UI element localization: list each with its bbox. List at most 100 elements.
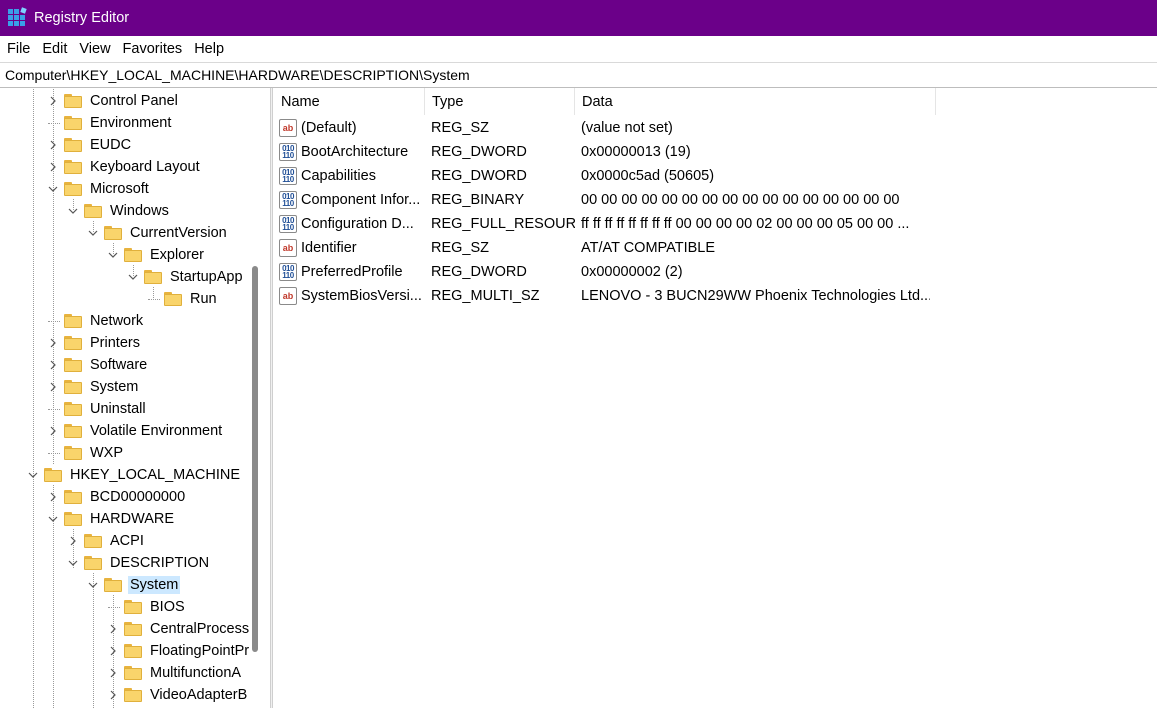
tree-item[interactable]: ACPI	[66, 530, 146, 552]
chevron-down-icon[interactable]	[26, 468, 40, 482]
tree-item[interactable]: CentralProcess	[106, 618, 251, 640]
menu-view[interactable]: View	[74, 41, 115, 57]
chevron-down-icon[interactable]	[86, 226, 100, 240]
chevron-right-icon[interactable]	[106, 644, 120, 658]
tree-item[interactable]: MultifunctionA	[106, 662, 243, 684]
folder-icon	[64, 138, 82, 152]
folder-icon	[64, 358, 82, 372]
value-row[interactable]: 010 110 Capabilities REG_DWORD 0x0000c5ad (5…	[274, 164, 1157, 188]
tree-item[interactable]: Control Panel	[46, 90, 180, 112]
folder-icon	[84, 534, 102, 548]
tree-scrollbar-thumb[interactable]	[252, 266, 258, 652]
value-row[interactable]: 010 110 PreferredProfile REG_DWORD 0x0000000…	[274, 260, 1157, 284]
tree-item[interactable]: BIOS	[106, 596, 187, 618]
value-data: 00 00 00 00 00 00 00 00 00 00 00 00 00 0…	[581, 192, 900, 208]
menu-favorites[interactable]: Favorites	[118, 41, 188, 57]
tree-item-label: Volatile Environment	[90, 423, 223, 439]
chevron-down-icon[interactable]	[46, 512, 60, 526]
value-row[interactable]: ab (Default) REG_SZ (value not set)	[274, 116, 1157, 140]
folder-icon	[64, 446, 82, 460]
column-header-data[interactable]: Data	[575, 88, 936, 115]
tree-item-label: BCD00000000	[90, 489, 186, 505]
value-type: REG_SZ	[431, 120, 490, 136]
value-row[interactable]: 010 110 Component Infor... REG_BINARY 00 00 …	[274, 188, 1157, 212]
tree-item[interactable]: CurrentVersion	[86, 222, 229, 244]
key-tree[interactable]: Control Panel Environment EUDC Keyboard Lay…	[0, 88, 262, 708]
tree-item-label: VideoAdapterB	[150, 687, 248, 703]
tree-item[interactable]: Network	[46, 310, 145, 332]
tree-item-label: EUDC	[90, 137, 132, 153]
tree-item-label: StartupApp	[170, 269, 243, 285]
column-header-type[interactable]: Type	[425, 88, 575, 115]
tree-connector	[46, 446, 60, 460]
tree-item[interactable]: System	[86, 574, 181, 596]
tree-item-label: FloatingPointPr	[150, 643, 250, 659]
list-header: Name Type Data	[274, 88, 936, 115]
value-row[interactable]: 010 110 Configuration D... REG_FULL_RESOUR.…	[274, 212, 1157, 236]
menu-edit[interactable]: Edit	[37, 41, 72, 57]
tree-item[interactable]: Printers	[46, 332, 142, 354]
value-row[interactable]: ab SystemBiosVersi... REG_MULTI_SZ LENOVO -…	[274, 284, 1157, 308]
folder-icon	[44, 468, 62, 482]
chevron-down-icon[interactable]	[126, 270, 140, 284]
binary-value-icon: 010 110	[279, 191, 297, 209]
chevron-right-icon[interactable]	[46, 94, 60, 108]
tree-item[interactable]: BCD00000000	[46, 486, 187, 508]
tree-item[interactable]: VideoAdapterB	[106, 684, 249, 706]
tree-item[interactable]: Windows	[66, 200, 171, 222]
chevron-right-icon[interactable]	[46, 424, 60, 438]
tree-item[interactable]: Keyboard Layout	[46, 156, 202, 178]
tree-item-label: Keyboard Layout	[90, 159, 200, 175]
folder-icon	[64, 182, 82, 196]
value-name: BootArchitecture	[301, 144, 409, 160]
column-header-name[interactable]: Name	[274, 88, 425, 115]
chevron-right-icon[interactable]	[46, 358, 60, 372]
tree-item[interactable]: StartupApp	[126, 266, 245, 288]
chevron-right-icon[interactable]	[46, 490, 60, 504]
menu-file[interactable]: File	[2, 41, 35, 57]
tree-item[interactable]: HARDWARE	[46, 508, 176, 530]
chevron-right-icon[interactable]	[66, 534, 80, 548]
tree-item[interactable]: Run	[146, 288, 219, 310]
tree-item[interactable]: Environment	[46, 112, 173, 134]
title-bar[interactable]: Registry Editor	[0, 0, 1157, 36]
address-bar[interactable]: Computer\HKEY_LOCAL_MACHINE\HARDWARE\DES…	[0, 62, 1157, 88]
value-row[interactable]: ab Identifier REG_SZ AT/AT COMPATIBLE	[274, 236, 1157, 260]
values-list[interactable]: Name Type Data ab (Default) REG_SZ (value n…	[274, 88, 1157, 708]
value-row[interactable]: 010 110 BootArchitecture REG_DWORD 0x0000001…	[274, 140, 1157, 164]
tree-item[interactable]: HKEY_LOCAL_MACHINE	[26, 464, 242, 486]
folder-icon	[64, 116, 82, 130]
address-path[interactable]: Computer\HKEY_LOCAL_MACHINE\HARDWARE\DES…	[5, 67, 470, 83]
tree-item-label: BIOS	[150, 599, 185, 615]
menu-help[interactable]: Help	[189, 41, 229, 57]
menu-bar: File Edit View Favorites Help	[0, 36, 1157, 62]
chevron-down-icon[interactable]	[66, 556, 80, 570]
tree-item-label: Network	[90, 313, 144, 329]
chevron-right-icon[interactable]	[46, 380, 60, 394]
pane-splitter[interactable]	[270, 88, 273, 708]
tree-item[interactable]: System	[46, 376, 140, 398]
tree-item[interactable]: EUDC	[46, 134, 133, 156]
tree-item[interactable]: Software	[46, 354, 149, 376]
tree-item[interactable]: Uninstall	[46, 398, 148, 420]
folder-icon	[104, 226, 122, 240]
tree-item[interactable]: WXP	[46, 442, 125, 464]
value-data: ff ff ff ff ff ff ff ff 00 00 00 00 02 0…	[581, 216, 910, 232]
chevron-right-icon[interactable]	[106, 666, 120, 680]
chevron-down-icon[interactable]	[46, 182, 60, 196]
tree-item[interactable]: Microsoft	[46, 178, 151, 200]
chevron-right-icon[interactable]	[106, 622, 120, 636]
tree-item[interactable]: Volatile Environment	[46, 420, 224, 442]
chevron-down-icon[interactable]	[86, 578, 100, 592]
tree-item[interactable]: FloatingPointPr	[106, 640, 251, 662]
chevron-right-icon[interactable]	[46, 138, 60, 152]
chevron-down-icon[interactable]	[66, 204, 80, 218]
chevron-right-icon[interactable]	[46, 160, 60, 174]
chevron-right-icon[interactable]	[106, 688, 120, 702]
value-name: PreferredProfile	[301, 264, 403, 280]
tree-item[interactable]: Explorer	[106, 244, 206, 266]
chevron-down-icon[interactable]	[106, 248, 120, 262]
chevron-right-icon[interactable]	[46, 336, 60, 350]
value-type: REG_DWORD	[431, 168, 527, 184]
tree-item[interactable]: DESCRIPTION	[66, 552, 211, 574]
